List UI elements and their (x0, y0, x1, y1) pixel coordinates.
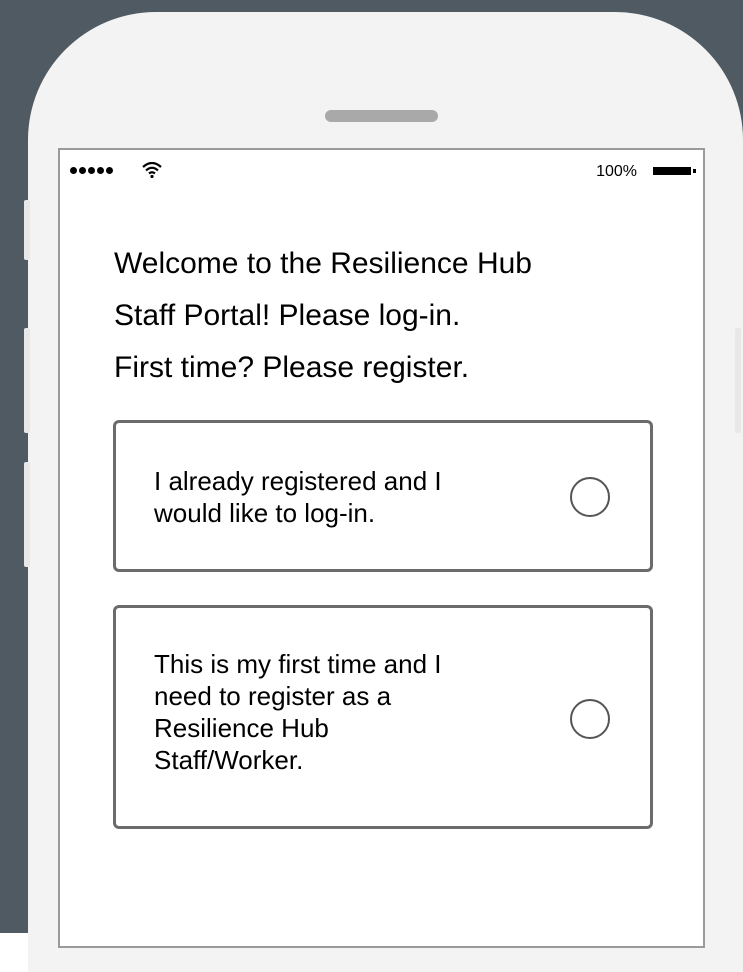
phone-side-button-top-left (24, 200, 30, 260)
option-register-label-line: This is my first time and I (154, 649, 442, 679)
welcome-message: Welcome to the Resilience Hub Staff Port… (114, 238, 634, 394)
welcome-line: Staff Portal! Please log-in. (114, 299, 461, 332)
option-register-label-line: Resilience Hub (154, 713, 329, 743)
signal-dots-icon (70, 167, 113, 174)
option-login-label-line: I already registered and I (154, 466, 442, 496)
option-register-radio[interactable] (570, 699, 610, 739)
status-bar: 100% (60, 150, 703, 190)
option-login-label-line: would like to log-in. (154, 498, 376, 528)
welcome-line: Welcome to the Resilience Hub (114, 247, 532, 280)
option-register-label-line: Staff/Worker. (154, 745, 304, 775)
phone-side-button-bottom-left (24, 462, 30, 567)
phone-speaker (325, 110, 438, 122)
battery-percent: 100% (596, 163, 637, 180)
phone-screen: 100% Welcome to the Resilience Hub Staff… (58, 148, 705, 948)
option-login-radio[interactable] (570, 477, 610, 517)
option-login[interactable]: I already registered and I would like to… (113, 420, 653, 572)
option-register-label-line: need to register as a (154, 681, 392, 711)
option-register-label: This is my first time and I need to regi… (154, 648, 442, 776)
welcome-line: First time? Please register. (114, 351, 470, 384)
phone-side-button-mid-left (24, 328, 30, 433)
option-register[interactable]: This is my first time and I need to regi… (113, 605, 653, 829)
wifi-icon (142, 162, 162, 178)
option-login-label: I already registered and I would like to… (154, 465, 442, 529)
phone-side-button-right (735, 328, 741, 433)
battery-icon (653, 167, 696, 175)
